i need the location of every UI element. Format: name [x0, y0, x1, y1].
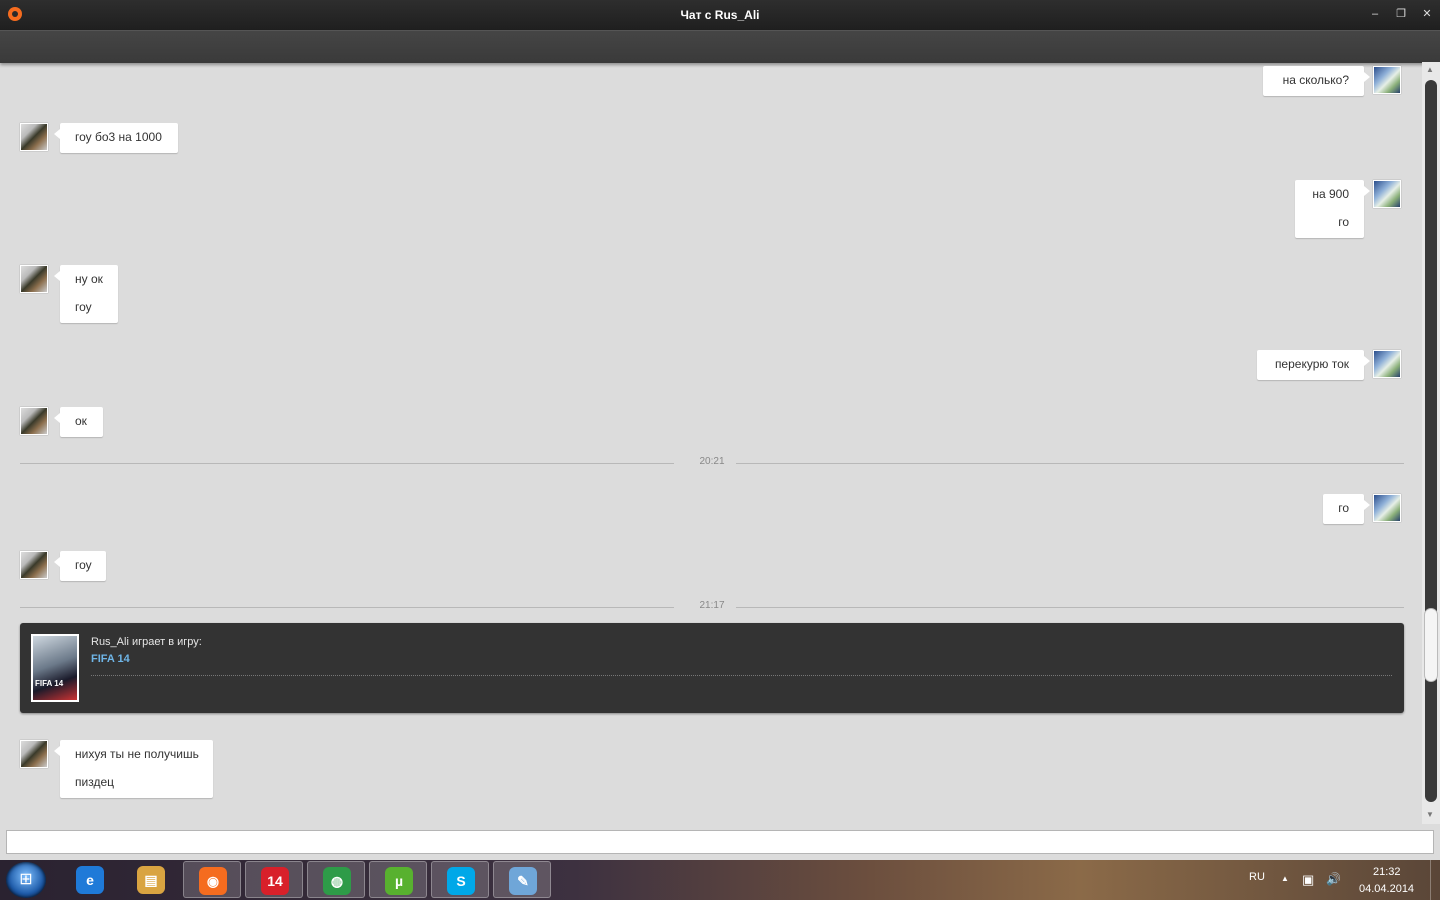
volume-icon[interactable]: 🔊: [1326, 872, 1341, 886]
chrome-icon: ◍: [323, 867, 351, 895]
utorrent-icon: µ: [385, 867, 413, 895]
time-separator: 21:17: [20, 600, 1404, 614]
message-text: ок: [75, 414, 87, 428]
chat-history: на сколько? гоу бо3 на 1000 на 900 го ну…: [0, 62, 1422, 824]
my-avatar[interactable]: [1373, 350, 1401, 378]
chat-scrollbar[interactable]: ▲ ▼: [1422, 62, 1440, 824]
separator-time: 21:17: [699, 600, 725, 611]
clock-date[interactable]: 04.04.2014: [1359, 883, 1414, 895]
message-bubble: перекурю ток: [1257, 350, 1370, 380]
minimize-button[interactable]: ‒: [1366, 6, 1384, 22]
my-avatar[interactable]: [1373, 180, 1401, 208]
separator-line: [736, 463, 1404, 464]
scroll-up-icon[interactable]: ▲: [1426, 65, 1434, 74]
windows-taskbar: ⊞ e ▤ ◉ 14 ◍ µ S ✎ RU ▲ ▣ 🔊 21:32 04.04.…: [0, 860, 1440, 900]
message-text: пиздец: [75, 775, 114, 789]
message-text: го: [1338, 501, 1349, 515]
message-bubble: на 900 го: [1295, 180, 1370, 238]
paint-icon: ✎: [509, 867, 537, 895]
fifa14-icon: 14: [261, 867, 289, 895]
card-divider: [91, 675, 1392, 676]
title-bar: Чат с Rus_Ali ‒ ❐ ✕: [0, 0, 1440, 30]
cover-label: FIFA 14: [35, 679, 64, 688]
separator-time: 20:21: [699, 456, 725, 467]
friend-avatar[interactable]: [20, 123, 48, 151]
taskbar-file-explorer[interactable]: ▤: [122, 861, 180, 898]
scroll-down-icon[interactable]: ▼: [1426, 810, 1434, 819]
window-title: Чат с Rus_Ali: [680, 8, 760, 22]
friend-avatar[interactable]: [20, 551, 48, 579]
game-title-link[interactable]: FIFA 14: [91, 653, 130, 665]
message-input[interactable]: [6, 830, 1434, 854]
clock-time[interactable]: 21:32: [1373, 866, 1401, 878]
message-text: го: [1338, 215, 1349, 229]
message-text: перекурю ток: [1274, 357, 1349, 371]
message-bubble: нихуя ты не получишь пиздец: [54, 740, 213, 798]
taskbar-utorrent[interactable]: µ: [369, 861, 427, 898]
message-bubble: гоу: [54, 551, 106, 581]
scroll-track[interactable]: [1425, 80, 1437, 802]
separator-line: [736, 607, 1404, 608]
taskbar-internet-explorer[interactable]: e: [61, 861, 119, 898]
taskbar-origin[interactable]: ◉: [183, 861, 241, 898]
internet-explorer-icon: e: [76, 866, 104, 894]
message-bubble: ок: [54, 407, 103, 437]
message-bubble: ну ок гоу: [54, 265, 118, 323]
message-text: гоу: [75, 558, 92, 572]
message-text: на сколько?: [1282, 73, 1349, 87]
time-separator: 20:21: [20, 456, 1404, 470]
message-bubble: гоу бо3 на 1000: [54, 123, 178, 153]
show-desktop-button[interactable]: [1430, 860, 1440, 900]
skype-icon: S: [447, 867, 475, 895]
message-text: гоу: [75, 300, 92, 314]
my-avatar[interactable]: [1373, 494, 1401, 522]
message-input-bar: [0, 824, 1440, 860]
taskbar-skype[interactable]: S: [431, 861, 489, 898]
windows-start-icon[interactable]: ⊞: [6, 862, 46, 898]
friend-avatar[interactable]: [20, 407, 48, 435]
friend-avatar[interactable]: [20, 265, 48, 293]
game-activity-card: FIFA 14 Rus_Ali играет в игру: FIFA 14: [20, 623, 1404, 713]
friend-avatar[interactable]: [20, 740, 48, 768]
taskbar-paint[interactable]: ✎: [493, 861, 551, 898]
message-text: гоу бо3 на 1000: [75, 130, 162, 144]
message-bubble: на сколько?: [1263, 66, 1370, 96]
language-indicator[interactable]: RU: [1249, 871, 1265, 883]
message-bubble: го: [1323, 494, 1370, 524]
file-explorer-icon: ▤: [137, 866, 165, 894]
game-cover-image[interactable]: FIFA 14: [31, 634, 79, 702]
message-text: на 900: [1312, 187, 1349, 201]
tray-arrow-icon[interactable]: ▲: [1281, 874, 1289, 883]
restore-button[interactable]: ❐: [1392, 6, 1410, 22]
message-text: ну ок: [75, 272, 103, 286]
close-button[interactable]: ✕: [1418, 6, 1436, 22]
taskbar-chrome[interactable]: ◍: [307, 861, 365, 898]
scroll-thumb[interactable]: [1424, 608, 1438, 682]
network-icon[interactable]: ▣: [1302, 872, 1314, 888]
game-activity-text: Rus_Ali играет в игру:: [91, 636, 202, 648]
origin-icon: ◉: [199, 867, 227, 895]
message-text: нихуя ты не получишь: [75, 747, 199, 761]
taskbar-fifa14[interactable]: 14: [245, 861, 303, 898]
chat-toolbar: [0, 30, 1440, 63]
my-avatar[interactable]: [1373, 66, 1401, 94]
